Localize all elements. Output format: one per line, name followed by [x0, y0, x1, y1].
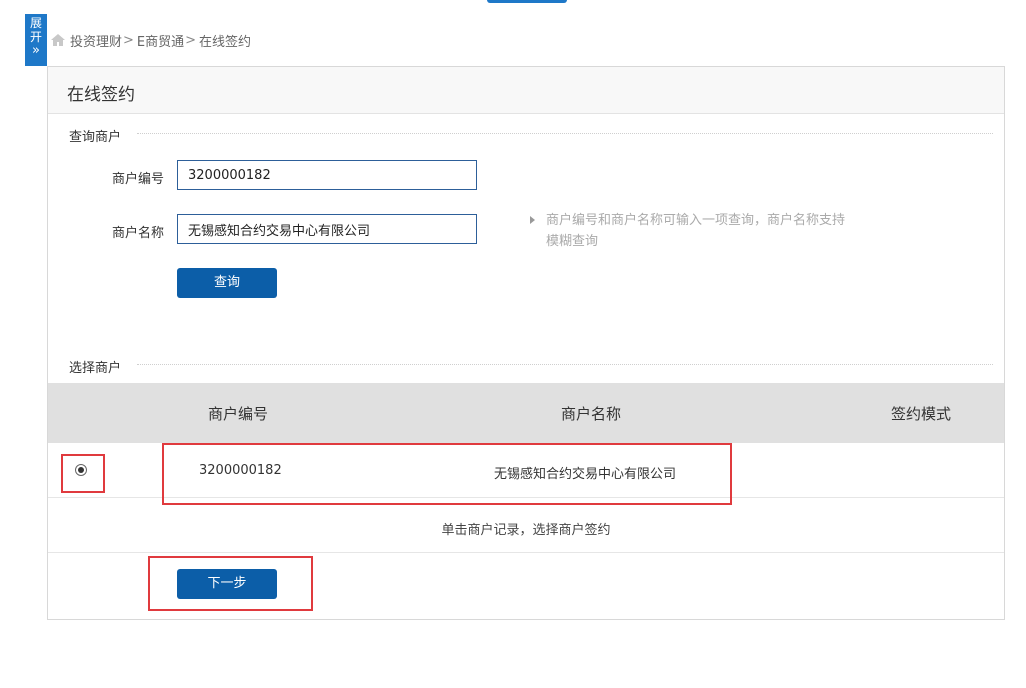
- column-header-sign-mode: 签约模式: [891, 405, 952, 423]
- home-icon: [51, 34, 65, 46]
- highlight-box-merchant-row: [162, 443, 732, 505]
- expand-tab-label-2: 开: [29, 30, 42, 44]
- column-header-merchant-name: 商户名称: [561, 405, 622, 423]
- breadcrumb: 投资理财 > E商贸通 > 在线签约: [50, 31, 252, 50]
- merchant-id-input[interactable]: [177, 160, 477, 190]
- merchant-id-label: 商户编号: [112, 172, 165, 187]
- double-chevron-right-icon: »: [32, 43, 40, 58]
- select-section-label: 选择商户: [69, 361, 122, 376]
- breadcrumb-item-etrade[interactable]: E商贸通: [137, 31, 184, 50]
- breadcrumb-separator: >: [123, 32, 134, 48]
- highlight-box-radio: [61, 454, 105, 493]
- query-hint-text: 商户编号和商户名称可输入一项查询，商户名称支持模糊查询: [546, 213, 846, 249]
- section-divider: [137, 364, 993, 365]
- column-header-merchant-id: 商户编号: [208, 405, 269, 423]
- table-note: 单击商户记录，选择商户签约: [441, 523, 611, 538]
- page-title: 在线签约: [67, 85, 135, 105]
- breadcrumb-item-invest[interactable]: 投资理财: [70, 31, 122, 50]
- breadcrumb-item-online-sign: 在线签约: [199, 34, 252, 50]
- query-section-label: 查询商户: [69, 130, 122, 145]
- section-divider: [137, 133, 993, 134]
- merchant-name-input[interactable]: [177, 214, 477, 244]
- query-hint: 商户编号和商户名称可输入一项查询，商户名称支持模糊查询: [530, 210, 850, 252]
- online-sign-panel: 在线签约 查询商户 商户编号 商户名称 商户编号和商户名称可输入一项查询，商户名…: [47, 66, 1005, 620]
- merchant-table-header: 商户编号 商户名称 签约模式: [48, 383, 1004, 443]
- query-button[interactable]: 查询: [177, 268, 277, 298]
- expand-tab-label-1: 展: [29, 16, 42, 30]
- breadcrumb-separator: >: [185, 32, 197, 48]
- merchant-name-label: 商户名称: [112, 226, 165, 241]
- caret-right-icon: [530, 216, 535, 224]
- top-tab-indicator: [487, 0, 567, 3]
- expand-sidebar-tab[interactable]: 展 开 »: [25, 14, 47, 66]
- highlight-box-next-button: [148, 556, 313, 611]
- panel-header: 在线签约: [48, 67, 1004, 114]
- table-note-row: 单击商户记录，选择商户签约: [48, 498, 1004, 553]
